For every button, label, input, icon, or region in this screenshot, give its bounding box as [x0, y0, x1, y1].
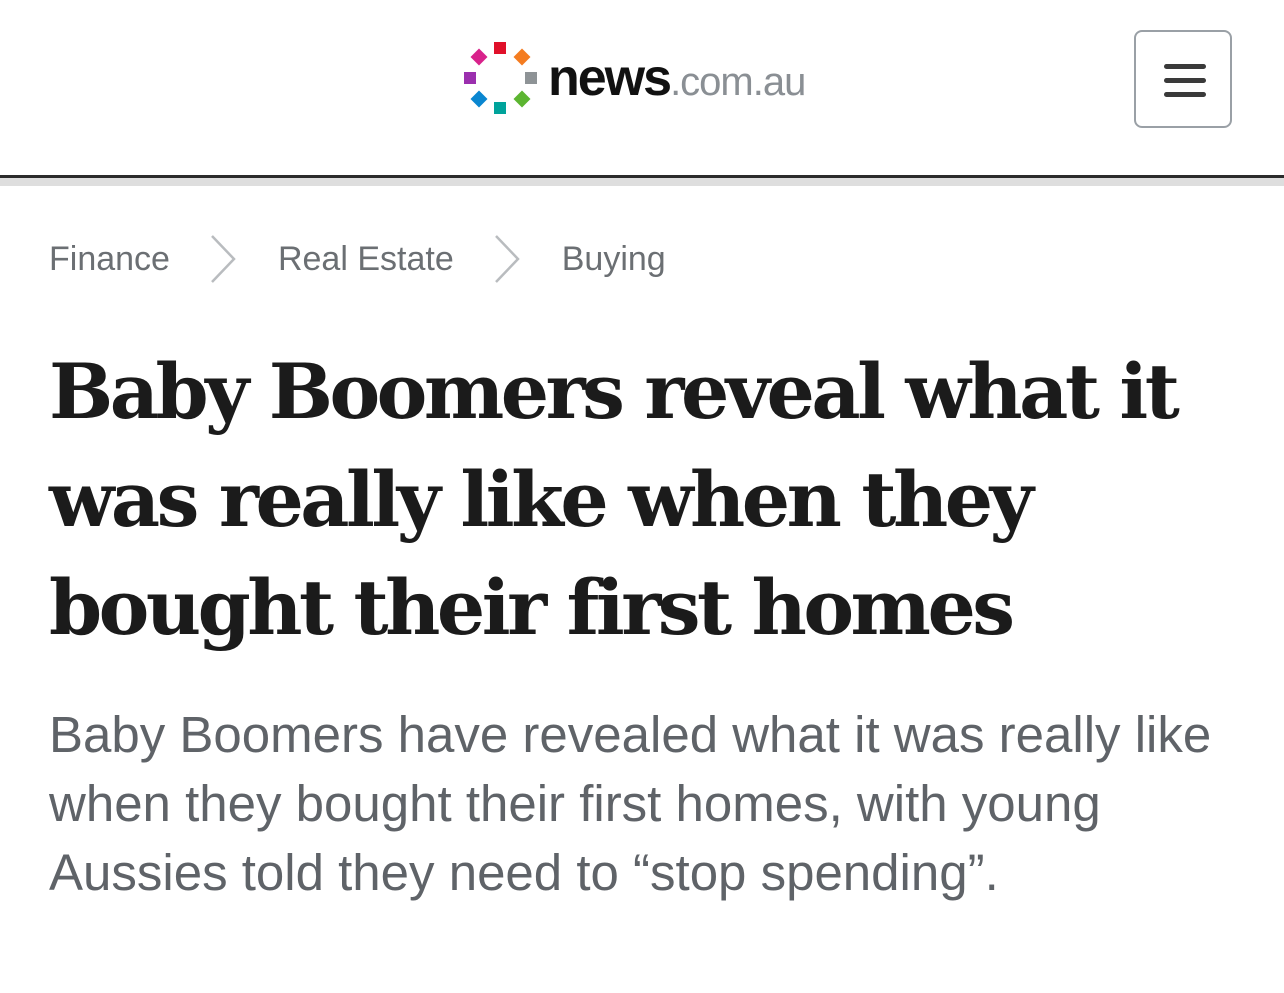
breadcrumb-item-buying[interactable]: Buying — [562, 240, 666, 279]
chevron-right-icon — [206, 232, 242, 286]
logo-mark-icon — [462, 40, 538, 116]
logo-dot — [525, 72, 537, 84]
logo-dot — [494, 102, 506, 114]
logo-dot — [513, 90, 531, 108]
logo-dot — [494, 42, 506, 54]
logo-dot — [470, 90, 488, 108]
breadcrumb-item-finance[interactable]: Finance — [49, 240, 170, 279]
article-standfirst: Baby Boomers have revealed what it was r… — [49, 706, 1212, 901]
breadcrumb: Finance Real Estate Buying — [49, 232, 666, 286]
article-headline: Baby Boomers reveal what it was really l… — [49, 347, 1180, 652]
menu-button[interactable] — [1134, 30, 1232, 128]
logo-wordmark: news .com.au — [548, 49, 806, 107]
breadcrumb-item-real-estate[interactable]: Real Estate — [278, 240, 454, 279]
site-logo[interactable]: news .com.au — [462, 40, 806, 116]
header-divider-shadow — [0, 178, 1284, 186]
logo-brand: news — [548, 49, 672, 107]
logo-dot — [464, 72, 476, 84]
chevron-right-icon — [490, 232, 526, 286]
logo-suffix: .com.au — [670, 60, 806, 104]
logo-dot — [513, 48, 531, 66]
site-header: news .com.au — [0, 0, 1284, 175]
logo-dot — [470, 48, 488, 66]
